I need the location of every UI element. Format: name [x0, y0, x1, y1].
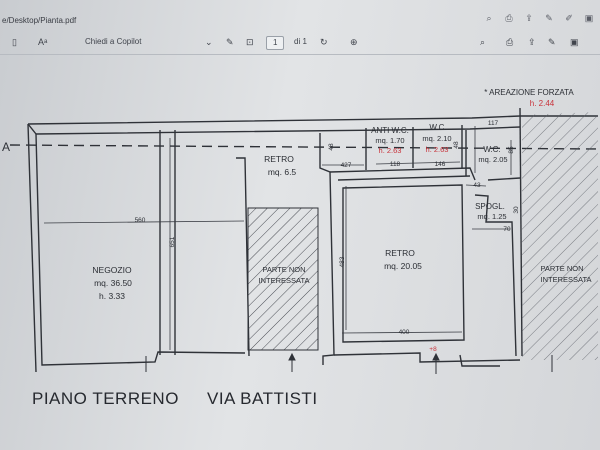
zoom-icon[interactable]: ⊕: [350, 36, 358, 48]
excluded-2-line2: INTERESSATA: [541, 275, 592, 284]
wc1-height: h. 2.63: [426, 145, 449, 154]
dim-70: 70: [503, 226, 511, 233]
save-icon[interactable]: ▣: [570, 36, 579, 48]
section-marker: A: [2, 140, 10, 154]
dim-43: 43: [473, 182, 481, 189]
entrance-arrows: [145, 352, 553, 374]
anti-wc-height: h. 2.63: [379, 146, 402, 155]
share-icon[interactable]: ⇪: [528, 36, 536, 48]
street-title: VIA BATTISTI: [207, 389, 318, 408]
page-number-input[interactable]: 1: [266, 36, 285, 50]
highlight-icon[interactable]: ✎: [544, 13, 554, 23]
floor-title: PIANO TERRENO: [32, 389, 179, 408]
negozio-area: mq. 36.50: [94, 278, 132, 288]
dim-30: 30: [513, 206, 520, 214]
retro-big-area: mq. 20.05: [384, 261, 422, 271]
save-icon[interactable]: ▣: [584, 13, 594, 23]
dim-118: 118: [390, 161, 401, 168]
dim-plus8: +8: [429, 346, 437, 353]
dim-85: 85: [508, 146, 515, 154]
dim-48: 48: [328, 143, 335, 151]
excluded-1-line1: PARTE NON: [262, 265, 305, 274]
print-icon[interactable]: ⎙: [506, 36, 513, 48]
retro-big-title: RETRO: [385, 248, 415, 258]
negozio-height: h. 3.33: [99, 291, 125, 301]
dim-48b: 48: [453, 141, 460, 149]
wc2-title: W.C.: [483, 145, 500, 154]
excluded-area-right: [522, 112, 598, 360]
wc1-title: W.C.: [429, 123, 446, 132]
draw-icon[interactable]: ✎: [226, 36, 234, 48]
read-aloud-icon[interactable]: Aᵃ: [38, 36, 47, 48]
wc1-area: mq. 2.10: [422, 134, 451, 143]
chevron-down-icon[interactable]: ⌄: [205, 36, 213, 48]
rotate-icon[interactable]: ↻: [320, 36, 328, 48]
fit-page-icon[interactable]: ⊡: [246, 36, 254, 48]
aeration-height: h. 2.44: [530, 99, 555, 108]
dim-146: 146: [435, 161, 446, 168]
spogl-title: SPOGL.: [475, 202, 505, 211]
print-icon[interactable]: ⎙: [504, 13, 514, 23]
url-text[interactable]: e/Desktop/Pianta.pdf: [2, 16, 76, 25]
excluded-2-line1: PARTE NON: [540, 264, 583, 273]
dim-651: 651: [169, 236, 176, 247]
dim-400: 400: [399, 329, 410, 336]
excluded-1-line2: INTERESSATA: [259, 276, 310, 285]
browser-address-bar[interactable]: e/Desktop/Pianta.pdf ⌕ ⎙ ⇪ ✎ ✐ ▣: [0, 10, 600, 32]
wc2-area: mq. 2.05: [478, 155, 507, 164]
spogl-area: mq. 1.25: [477, 212, 506, 221]
pdf-toolbar: ▯ Aᵃ Chiedi a Copilot ⌄ ✎ ⊡ 1 di 1 ↻ ⊕ ⌕…: [0, 32, 600, 55]
anti-wc-title: ANTI W.C.: [371, 126, 409, 135]
sidebar-icon[interactable]: ▯: [12, 36, 17, 48]
anti-wc-area: mq. 1.70: [375, 136, 404, 145]
draw-icon[interactable]: ✐: [564, 13, 574, 23]
dim-560: 560: [135, 217, 146, 224]
retro-small-title: RETRO: [264, 154, 294, 164]
dim-483: 483: [339, 256, 346, 267]
search-icon[interactable]: ⌕: [484, 13, 494, 23]
highlight-icon[interactable]: ✎: [548, 36, 556, 48]
retro-small-area: mq. 6.5: [268, 167, 297, 177]
dim-427: 427: [341, 162, 352, 169]
browser-actions: ⌕ ⎙ ⇪ ✎ ✐ ▣: [484, 13, 594, 23]
aeration-title: * AREAZIONE FORZATA: [484, 88, 574, 97]
page-total: di 1: [294, 37, 307, 46]
dim-117: 117: [488, 120, 499, 127]
ask-copilot-button[interactable]: Chiedi a Copilot: [85, 36, 141, 48]
share-icon[interactable]: ⇪: [524, 13, 534, 23]
negozio-title: NEGOZIO: [92, 265, 132, 275]
search-icon[interactable]: ⌕: [480, 36, 485, 48]
